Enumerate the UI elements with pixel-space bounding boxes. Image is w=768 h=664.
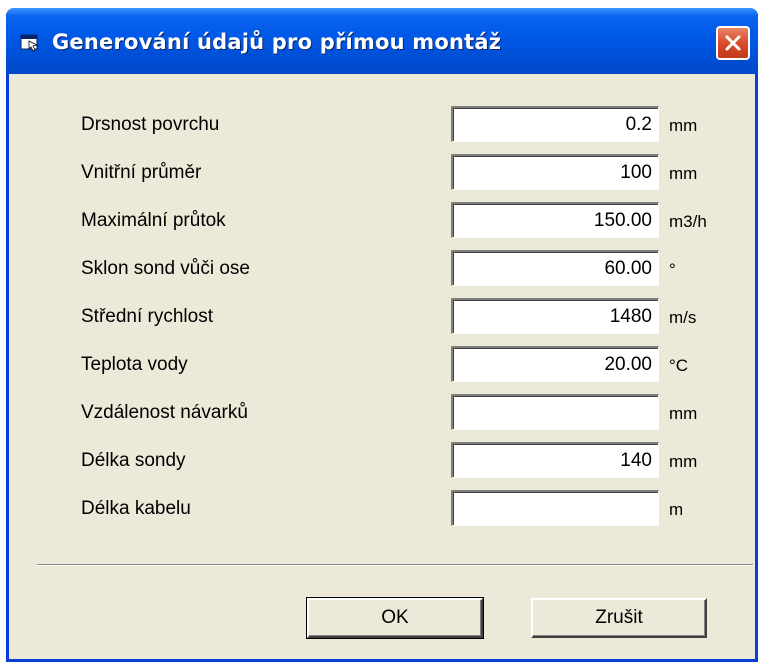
drsnost-povrchu-input[interactable] <box>451 106 659 142</box>
field-label: Vzdálenost návarků <box>81 402 248 423</box>
field-unit: mm <box>669 452 698 471</box>
field-unit: ° <box>669 260 676 279</box>
separator <box>37 564 753 566</box>
teplota-vody-input[interactable] <box>451 346 659 382</box>
window-title: Generování údajů pro přímou montáž <box>52 30 502 54</box>
row-delka-kabelu: Délka kabelu m <box>9 488 755 528</box>
close-button[interactable] <box>716 26 750 60</box>
stredni-rychlost-input[interactable] <box>451 298 659 334</box>
delka-kabelu-input[interactable] <box>451 490 659 526</box>
row-delka-sondy: Délka sondy mm <box>9 440 755 480</box>
window-app-icon <box>20 34 40 52</box>
vzdalenost-navarku-input[interactable] <box>451 394 659 430</box>
close-icon <box>725 35 741 51</box>
field-label: Střední rychlost <box>81 306 213 327</box>
field-unit: mm <box>669 164 698 183</box>
row-vzdalenost-navarku: Vzdálenost návarků mm <box>9 392 755 432</box>
row-vnitrni-prumer: Vnitřní průměr mm <box>9 152 755 192</box>
field-label: Vnitřní průměr <box>81 162 202 183</box>
row-stredni-rychlost: Střední rychlost m/s <box>9 296 755 336</box>
field-unit: m <box>669 500 684 519</box>
sklon-sond-input[interactable] <box>451 250 659 286</box>
ok-button[interactable]: OK <box>306 597 484 639</box>
row-sklon-sond: Sklon sond vůči ose ° <box>9 248 755 288</box>
field-unit: mm <box>669 404 698 423</box>
field-label: Délka kabelu <box>81 498 191 519</box>
field-unit: °C <box>669 356 689 375</box>
title-bar[interactable]: Generování údajů pro přímou montáž <box>6 8 758 74</box>
field-label: Délka sondy <box>81 450 186 471</box>
cancel-button[interactable]: Zrušit <box>531 598 707 638</box>
row-teplota-vody: Teplota vody °C <box>9 344 755 384</box>
dialog-window: Generování údajů pro přímou montáž Drsno… <box>6 8 758 662</box>
field-unit: mm <box>669 116 698 135</box>
field-label: Drsnost povrchu <box>81 114 220 135</box>
field-label: Maximální průtok <box>81 210 226 231</box>
field-unit: m/s <box>669 308 697 327</box>
field-unit: m3/h <box>669 212 707 231</box>
maximalni-prutok-input[interactable] <box>451 202 659 238</box>
vnitrni-prumer-input[interactable] <box>451 154 659 190</box>
delka-sondy-input[interactable] <box>451 442 659 478</box>
row-drsnost-povrchu: Drsnost povrchu mm <box>9 104 755 144</box>
field-label: Teplota vody <box>81 354 188 375</box>
field-label: Sklon sond vůči ose <box>81 258 250 279</box>
row-maximalni-prutok: Maximální průtok m3/h <box>9 200 755 240</box>
